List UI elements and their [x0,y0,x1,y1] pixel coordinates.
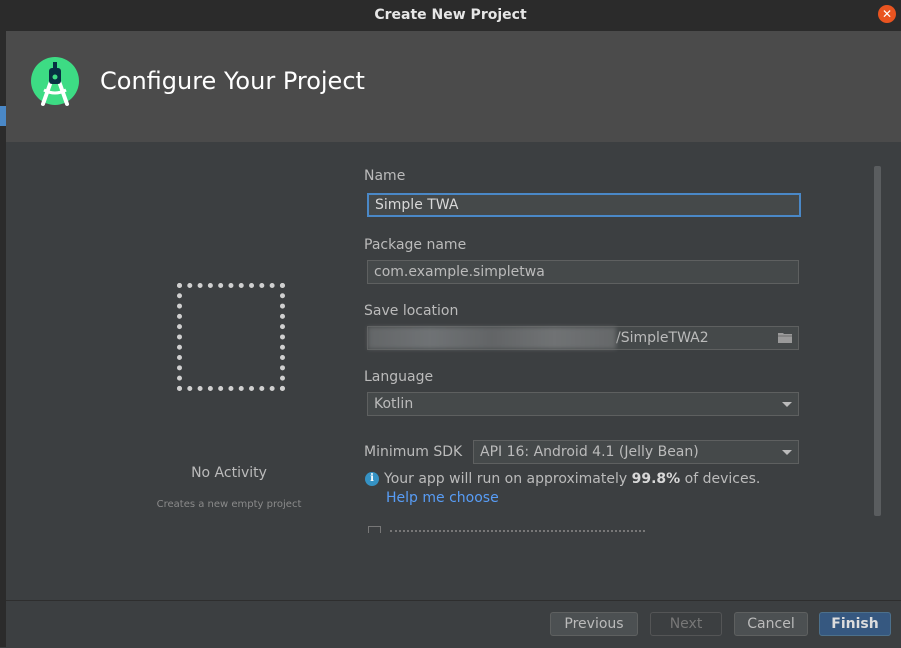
language-label: Language [364,369,434,385]
folder-icon[interactable] [778,331,792,343]
legacy-support-checkbox-row[interactable] [364,523,664,533]
cancel-button[interactable]: Cancel [734,612,808,636]
minimum-sdk-select[interactable]: API 16: Android 4.1 (Jelly Bean) [473,440,799,464]
content-area: No Activity Creates a new empty project … [6,142,901,600]
minimum-sdk-value: API 16: Android 4.1 (Jelly Bean) [480,444,699,460]
name-label: Name [364,168,406,184]
chevron-down-icon [782,402,792,407]
activity-preview [177,283,285,391]
finish-button[interactable]: Finish [819,612,891,636]
name-field[interactable]: Simple TWA [367,193,801,217]
window-title: Create New Project [374,7,527,23]
title-bar: Create New Project ✕ [0,0,901,31]
device-coverage-text: Your app will run on approximately 99.8%… [384,471,761,487]
scrollbar[interactable] [874,166,881,516]
next-button[interactable]: Next [650,612,722,636]
header: Configure Your Project [6,31,901,142]
info-icon: i [365,472,379,486]
close-icon[interactable]: ✕ [878,5,896,23]
redacted-path [368,327,616,349]
language-value: Kotlin [374,396,414,412]
package-name-label: Package name [364,237,467,253]
android-studio-icon [31,57,79,106]
save-location-field[interactable]: /SimpleTWA2 [367,326,799,350]
chevron-down-icon [782,450,792,455]
save-location-value: /SimpleTWA2 [616,330,709,346]
checkbox[interactable] [368,526,381,533]
help-me-choose-link[interactable]: Help me choose [386,490,499,506]
minimum-sdk-label: Minimum SDK [364,444,463,460]
page-title: Configure Your Project [100,67,365,95]
language-select[interactable]: Kotlin [367,392,799,416]
save-location-label: Save location [364,303,459,319]
previous-button[interactable]: Previous [550,612,638,636]
package-name-field[interactable]: com.example.simpletwa [367,260,799,284]
